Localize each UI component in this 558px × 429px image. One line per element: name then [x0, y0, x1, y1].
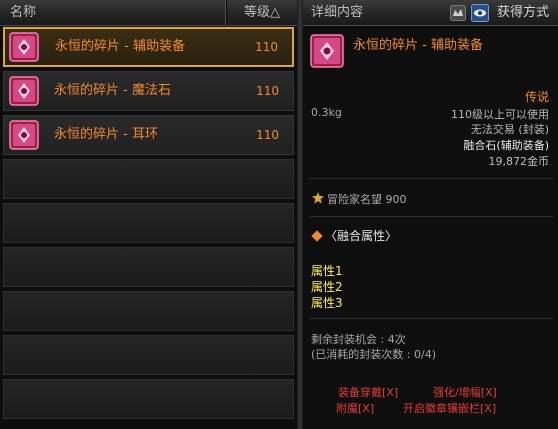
attribute-line: 属性1	[311, 264, 343, 278]
enhance-action-link[interactable]: 强化/增幅[X]	[433, 384, 497, 400]
detail-item-name: 永恒的碎片 - 辅助装备	[353, 38, 483, 53]
item-name: 永恒的碎片 - 辅助装备	[55, 39, 185, 54]
compare-icon[interactable]	[450, 5, 466, 21]
emblem-socket-action-link[interactable]: 开启徽章镶嵌栏[X]	[403, 400, 496, 416]
column-header-level[interactable]: 等级△	[227, 0, 297, 26]
eye-icon[interactable]	[471, 4, 489, 22]
item-row-support-equipment[interactable]: 永恒的碎片 - 辅助装备 110	[3, 27, 294, 67]
empty-slot	[3, 379, 294, 419]
trade-status: 无法交易 (封装)	[470, 123, 549, 136]
divider	[309, 318, 553, 319]
item-row-magic-stone[interactable]: 永恒的碎片 - 魔法石 110	[3, 71, 294, 111]
empty-slot	[3, 203, 294, 243]
fusion-attributes-title: 〈融合属性〉	[325, 229, 398, 243]
seal-remaining: 剩余封装机会 : 4次	[311, 333, 406, 346]
divider	[309, 178, 553, 179]
fusion-type: 融合石(辅助装备)	[463, 139, 549, 152]
empty-slot	[3, 291, 294, 331]
diamond-icon	[311, 230, 323, 242]
item-level: 110	[255, 40, 278, 54]
item-level: 110	[256, 128, 279, 142]
shard-icon	[9, 76, 39, 106]
item-name: 永恒的碎片 - 魔法石	[54, 83, 171, 98]
detail-header: 详细内容 获得方式	[303, 0, 558, 26]
rarity-label: 传说	[524, 90, 549, 104]
empty-slot	[3, 335, 294, 375]
item-name: 永恒的碎片 - 耳环	[54, 127, 158, 142]
equip-action-link[interactable]: 装备穿戴[X]	[338, 384, 398, 400]
enchant-action-link[interactable]: 附魔[X]	[336, 400, 374, 416]
shard-icon	[9, 120, 39, 150]
empty-slot	[3, 159, 294, 199]
item-row-earring[interactable]: 永恒的碎片 - 耳环 110	[3, 115, 294, 155]
price-label: 19,872金币	[488, 155, 550, 168]
detail-title: 详细内容	[311, 5, 364, 20]
divider	[309, 216, 553, 217]
weight-label: 0.3kg	[311, 106, 342, 119]
item-list: 永恒的碎片 - 辅助装备 110 永恒的碎片 - 魔法石 110 永恒的碎片 -…	[0, 27, 297, 423]
level-requirement: 110级以上可以使用	[451, 108, 549, 121]
seal-used: (已消耗的封装次数 : 0/4)	[311, 348, 436, 361]
adventurer-fame: 冒险家名望 900	[327, 193, 407, 206]
empty-slot	[3, 247, 294, 287]
acquire-method-button[interactable]: 获得方式	[497, 0, 549, 26]
shard-icon	[310, 34, 344, 68]
item-list-panel: 名称 等级△ 永恒的碎片 - 辅助装备 110 永恒的碎片 - 魔法石 110	[0, 0, 297, 429]
item-detail-panel: 详细内容 获得方式 永恒的碎片 - 辅助装备 传说 0.3kg 110级以上可以…	[303, 0, 558, 429]
attribute-line: 属性2	[311, 280, 343, 294]
column-header-name[interactable]: 名称	[0, 0, 226, 26]
item-level: 110	[256, 84, 279, 98]
adventurer-fame-icon	[312, 192, 324, 204]
attribute-line: 属性3	[311, 296, 343, 310]
shard-icon	[9, 32, 39, 62]
